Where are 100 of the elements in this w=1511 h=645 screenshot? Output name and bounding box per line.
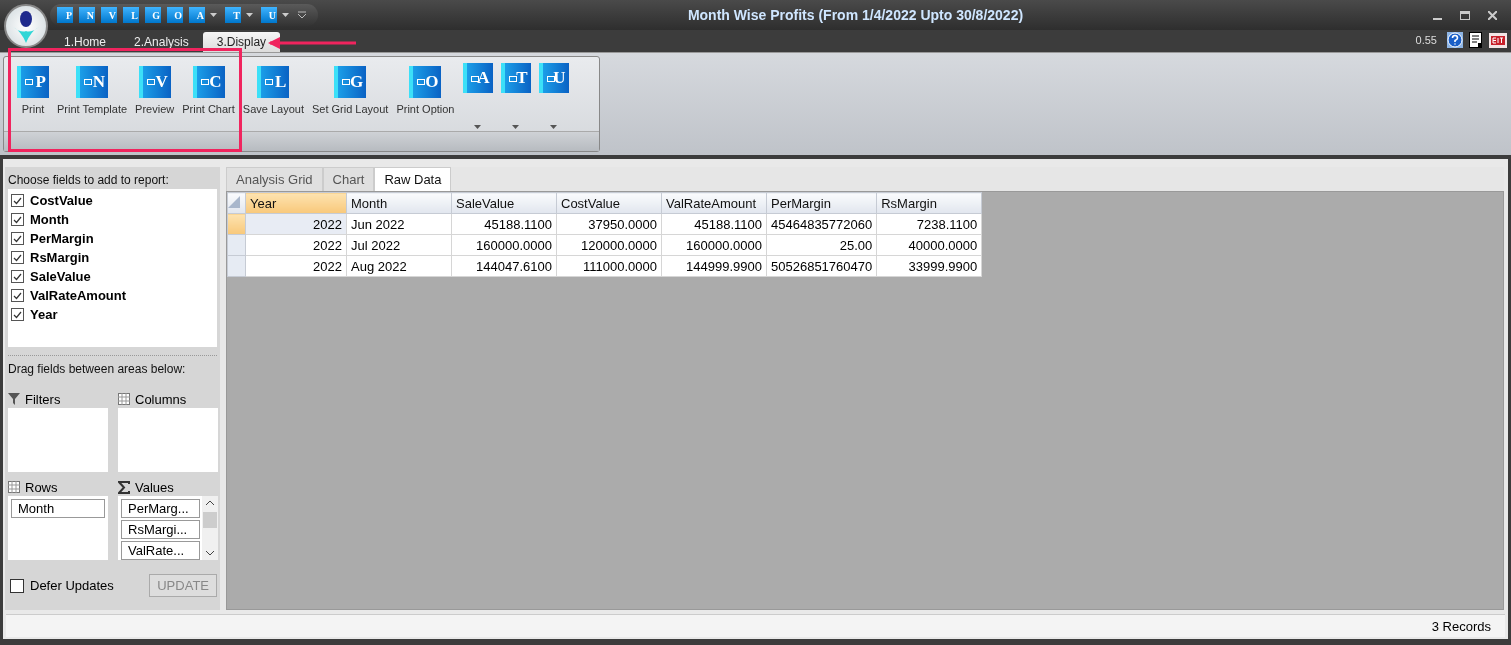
ribbon-button[interactable]: G Set Grid Layout [308, 63, 392, 118]
letter-tile: U [538, 63, 569, 93]
letter-tile: A [189, 7, 205, 23]
field-label[interactable]: Year [30, 307, 58, 322]
field-chip[interactable]: ValRate... [121, 541, 200, 560]
maximize-icon[interactable] [1460, 10, 1470, 20]
app-logo[interactable] [4, 4, 48, 48]
table-cell: 111000.0000 [556, 255, 662, 277]
defer-updates-checkbox[interactable]: Defer Updates [8, 578, 114, 593]
letter-tile: N [76, 66, 109, 98]
view-tab[interactable]: Chart [322, 167, 375, 191]
view-tab[interactable]: Raw Data [374, 167, 452, 191]
letter-tile: C [192, 66, 225, 98]
ribbon-button[interactable]: V Preview [132, 63, 178, 118]
letter-tile: O [409, 66, 442, 98]
field-chip[interactable]: PerMarg... [121, 499, 200, 518]
funnel-icon [8, 393, 20, 405]
letter-tile: T [500, 63, 531, 93]
table-cell: 50526851760470 [766, 255, 877, 277]
column-header[interactable]: CostValue [556, 192, 662, 214]
letter-tile: L [257, 66, 290, 98]
drop-area[interactable]: Month [8, 496, 108, 560]
checkbox[interactable] [11, 232, 24, 245]
letter-tile: P [17, 66, 49, 98]
view-tab[interactable]: Analysis Grid [226, 167, 323, 191]
help-icon[interactable] [1447, 32, 1463, 48]
ribbon-button[interactable]: N Print Template [54, 63, 131, 118]
ribbon-tab[interactable]: 2.Analysis [120, 32, 203, 52]
caret-icon [512, 125, 519, 129]
close-icon[interactable] [1488, 10, 1497, 20]
drop-area[interactable]: PerMarg... RsMargi... ValRate... [118, 496, 218, 560]
table-cell: 2022 [245, 255, 347, 277]
area-label: Values [135, 479, 174, 495]
column-header[interactable]: RsMargin [876, 192, 982, 214]
record-count: 3 Records [1431, 618, 1491, 634]
table-cell: 120000.0000 [556, 234, 662, 256]
field-label[interactable]: Month [30, 212, 69, 227]
field-label[interactable]: SaleValue [30, 269, 91, 284]
grid-icon [118, 393, 130, 405]
areas-caption: Drag fields between areas below: [8, 362, 187, 376]
document-icon[interactable] [1469, 32, 1483, 48]
ribbon-button[interactable]: P Print [14, 63, 52, 118]
ribbon-button[interactable]: C Print Chart [179, 63, 238, 118]
caret-icon [550, 125, 557, 129]
table-cell: 40000.0000 [876, 234, 982, 256]
table-cell: 25.00 [766, 234, 877, 256]
checkbox[interactable] [11, 308, 24, 321]
ribbon-button[interactable]: L Save Layout [239, 63, 307, 118]
letter-tile: G [334, 66, 367, 98]
table-cell: 7238.1100 [876, 213, 982, 235]
column-header[interactable]: ValRateAmount [661, 192, 767, 214]
table-cell: 144999.9900 [661, 255, 767, 277]
checkbox[interactable] [11, 213, 24, 226]
caret-icon [246, 13, 253, 17]
field-chip[interactable]: RsMargi... [121, 520, 200, 539]
table-cell: 2022 [245, 234, 347, 256]
exit-icon[interactable] [1489, 32, 1507, 48]
scroll-down-icon[interactable] [206, 550, 214, 556]
letter-tile: A [462, 63, 493, 93]
ribbon-dropdown-button[interactable]: T [497, 63, 534, 131]
table-cell: Aug 2022 [346, 255, 452, 277]
column-header[interactable]: SaleValue [451, 192, 557, 214]
field-label[interactable]: RsMargin [30, 250, 90, 265]
ribbon-dropdown-button[interactable]: A [459, 63, 496, 131]
version-label: 0.55 [1415, 34, 1437, 46]
table-cell: 45464835772060 [766, 213, 877, 235]
caret-icon [210, 13, 217, 17]
customize-icon[interactable] [298, 11, 306, 19]
checkbox[interactable] [11, 251, 24, 264]
letter-tile: V [138, 66, 171, 98]
checkbox[interactable] [11, 194, 24, 207]
table-cell: 45188.1100 [661, 213, 767, 235]
field-label[interactable]: PerMargin [30, 231, 94, 246]
table-cell: Jul 2022 [346, 234, 452, 256]
ribbon-button[interactable]: O Print Option [393, 63, 458, 118]
table-cell: Jun 2022 [346, 213, 452, 235]
table-cell: 33999.9900 [876, 255, 982, 277]
field-label[interactable]: ValRateAmount [30, 288, 127, 303]
table-cell: 37950.0000 [556, 213, 662, 235]
ribbon-tab[interactable]: 1.Home [50, 32, 121, 52]
column-header[interactable]: PerMargin [766, 192, 877, 214]
checkbox[interactable] [11, 270, 24, 283]
caret-icon [474, 125, 481, 129]
scrollbar[interactable] [202, 496, 218, 560]
scroll-up-icon[interactable] [206, 500, 214, 506]
table-cell: 144047.6100 [451, 255, 557, 277]
letter-tile: U [261, 7, 277, 23]
field-label[interactable]: CostValue [30, 193, 93, 208]
column-header[interactable]: Month [346, 192, 452, 214]
field-chip[interactable]: Month [11, 499, 105, 518]
area-label: Rows [25, 479, 58, 495]
area-label: Filters [25, 391, 61, 407]
table-cell: 160000.0000 [661, 234, 767, 256]
area-label: Columns [135, 391, 187, 407]
grid-icon [8, 481, 20, 493]
column-header[interactable]: Year [245, 192, 347, 214]
ribbon-dropdown-button[interactable]: U [535, 63, 572, 131]
checkbox[interactable] [11, 289, 24, 302]
sigma-icon [118, 480, 130, 494]
caret-icon [282, 13, 289, 17]
